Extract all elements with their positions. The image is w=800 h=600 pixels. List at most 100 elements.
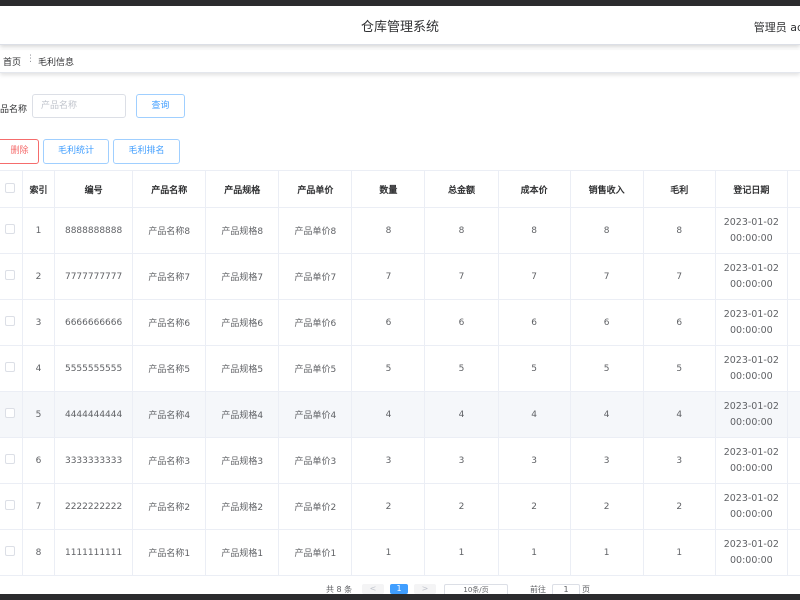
column-header[interactable]: 产品规格 <box>205 170 280 208</box>
table-cell: 3 <box>424 437 499 484</box>
breadcrumb-current: 毛利信息 <box>38 58 75 68</box>
table-cell: 8 <box>351 207 426 254</box>
table-row[interactable]: 1 8888888888 产品名称8 产品规格8 产品单价8 8 8 8 8 8 2023-01-0… <box>0 207 800 254</box>
table-cell: 产品规格5 <box>205 345 280 392</box>
column-header[interactable]: 登记日期 <box>714 170 788 208</box>
row-checkbox[interactable] <box>4 408 15 418</box>
table-cell: 产品名称1 <box>132 529 207 576</box>
table-cell: 4 <box>497 391 571 438</box>
user-menu[interactable]: 管理员 ad <box>754 19 800 35</box>
row-checkbox[interactable] <box>4 224 15 234</box>
prev-page-button[interactable]: < <box>362 584 384 594</box>
row-actions-cell <box>786 299 800 346</box>
data-table-container: 索引 编号 产品名称 产品规格 产品单价 数量 总金额 成本价 销售收入 毛利 … <box>0 170 800 580</box>
row-checkbox[interactable] <box>4 362 15 372</box>
table-cell: 2 <box>569 483 644 530</box>
table-cell: 6 <box>497 299 571 346</box>
column-header[interactable]: 成本价 <box>497 170 571 208</box>
row-checkbox[interactable] <box>4 316 15 326</box>
table-cell: 2 <box>351 483 426 530</box>
table-row[interactable]: 6 3333333333 产品名称3 产品规格3 产品单价3 3 3 3 3 3 2023-01-0… <box>0 437 800 484</box>
table-cell: 6 <box>351 299 426 346</box>
top-header: 仓库管理系统 管理员 ad <box>0 6 800 45</box>
table-row[interactable]: 8 1111111111 产品名称1 产品规格1 产品单价1 1 1 1 1 1 2023-01-0… <box>0 529 800 576</box>
goto-page-input[interactable]: 1 <box>552 584 580 594</box>
table-cell: 1111111111 <box>54 529 134 576</box>
column-header[interactable]: 编号 <box>54 170 134 208</box>
select-all-cell[interactable] <box>0 170 24 208</box>
table-cell: 4 <box>22 345 56 392</box>
table-cell: 3 <box>351 437 426 484</box>
page-number-current[interactable]: 1 <box>390 584 408 594</box>
table-cell: 6 <box>569 299 644 346</box>
row-select-cell[interactable] <box>0 299 24 346</box>
table-cell: 产品规格7 <box>205 253 280 300</box>
table-cell: 4 <box>424 391 499 438</box>
row-select-cell[interactable] <box>0 437 24 484</box>
column-header-actions <box>786 170 800 208</box>
goto-label: 前往 <box>530 585 546 594</box>
table-cell: 2023-01-02 00:00:00 <box>714 391 788 438</box>
table-row[interactable]: 5 4444444444 产品名称4 产品规格4 产品单价4 4 4 4 4 4 2023-01-0… <box>0 391 800 438</box>
table-cell: 5 <box>569 345 644 392</box>
table-cell: 产品名称6 <box>132 299 207 346</box>
table-cell: 产品名称3 <box>132 437 207 484</box>
table-cell: 产品单价8 <box>278 207 353 254</box>
column-header[interactable]: 数量 <box>351 170 426 208</box>
table-cell: 8 <box>642 207 716 254</box>
table-cell: 产品名称7 <box>132 253 207 300</box>
row-select-cell[interactable] <box>0 253 24 300</box>
row-actions-cell <box>786 529 800 576</box>
table-cell: 产品单价6 <box>278 299 353 346</box>
row-actions-cell <box>786 207 800 254</box>
table-cell: 1 <box>642 529 716 576</box>
query-button[interactable]: 查询 <box>136 94 185 118</box>
table-cell: 2222222222 <box>54 483 134 530</box>
profit-rank-button[interactable]: 毛利排名 <box>113 139 180 164</box>
select-all-checkbox[interactable] <box>4 182 15 193</box>
table-header-row: 索引 编号 产品名称 产品规格 产品单价 数量 总金额 成本价 销售收入 毛利 … <box>0 170 800 208</box>
table-cell: 1 <box>22 207 56 254</box>
table-row[interactable]: 2 7777777777 产品名称7 产品规格7 产品单价7 7 7 7 7 7 2023-01-0… <box>0 253 800 300</box>
row-checkbox[interactable] <box>4 546 15 556</box>
next-page-button[interactable]: > <box>414 584 436 594</box>
column-header[interactable]: 产品单价 <box>278 170 353 208</box>
breadcrumb-home[interactable]: 首页 <box>3 55 21 68</box>
table-cell: 2 <box>424 483 499 530</box>
table-cell: 5 <box>351 345 426 392</box>
table-row[interactable]: 4 5555555555 产品名称5 产品规格5 产品单价5 5 5 5 5 5 2023-01-0… <box>0 345 800 392</box>
row-select-cell[interactable] <box>0 483 24 530</box>
row-checkbox[interactable] <box>4 454 15 464</box>
row-select-cell[interactable] <box>0 345 24 392</box>
table-cell: 1 <box>497 529 571 576</box>
row-checkbox[interactable] <box>4 270 15 280</box>
column-header[interactable]: 索引 <box>22 170 56 208</box>
row-actions-cell <box>786 391 800 438</box>
table-cell: 6666666666 <box>54 299 134 346</box>
table-row[interactable]: 3 6666666666 产品名称6 产品规格6 产品单价6 6 6 6 6 6 2023-01-0… <box>0 299 800 346</box>
table-cell: 3 <box>22 299 56 346</box>
row-select-cell[interactable] <box>0 391 24 438</box>
table-cell: 2023-01-02 00:00:00 <box>714 483 788 530</box>
table-cell: 5 <box>642 345 716 392</box>
table-cell: 8 <box>497 207 571 254</box>
page-size-select[interactable]: 10条/页 <box>444 584 508 594</box>
column-header[interactable]: 产品名称 <box>132 170 207 208</box>
table-cell: 产品名称2 <box>132 483 207 530</box>
profit-stats-button[interactable]: 毛利统计 <box>43 139 109 164</box>
table-row[interactable]: 7 2222222222 产品名称2 产品规格2 产品单价2 2 2 2 2 2 2023-01-0… <box>0 483 800 530</box>
column-header[interactable]: 毛利 <box>642 170 716 208</box>
product-name-input[interactable] <box>32 94 126 118</box>
row-select-cell[interactable] <box>0 207 24 254</box>
delete-button[interactable]: 删除 <box>0 139 39 164</box>
row-select-cell[interactable] <box>0 529 24 576</box>
table-cell: 产品单价1 <box>278 529 353 576</box>
table-cell: 7 <box>22 483 56 530</box>
pagination-total: 共 8 条 <box>326 585 353 594</box>
table-cell: 2 <box>22 253 56 300</box>
pagination: 共 8 条 < 1 > 10条/页 前往 1 页 <box>0 584 800 594</box>
row-checkbox[interactable] <box>4 500 15 510</box>
table-cell: 3 <box>642 437 716 484</box>
column-header[interactable]: 总金额 <box>424 170 499 208</box>
column-header[interactable]: 销售收入 <box>569 170 644 208</box>
